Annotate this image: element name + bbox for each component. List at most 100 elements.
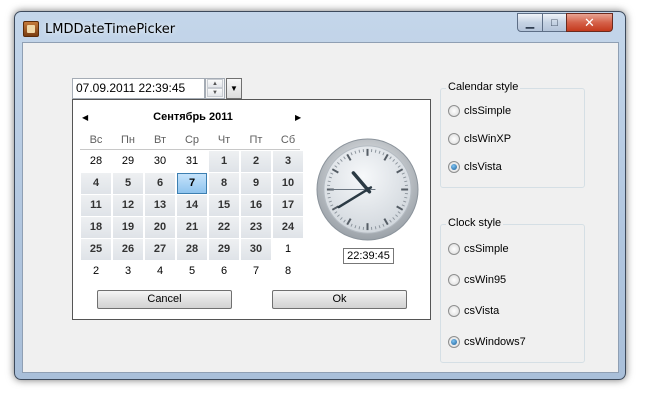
day-cell[interactable]: 26 bbox=[113, 239, 143, 260]
prev-month-icon[interactable]: ◀ bbox=[82, 113, 88, 122]
day-cell[interactable]: 22 bbox=[209, 217, 239, 238]
radio-label: clsVista bbox=[464, 161, 502, 173]
app-icon bbox=[23, 21, 39, 37]
day-cell[interactable]: 20 bbox=[145, 217, 175, 238]
radio-csvista[interactable]: csVista bbox=[448, 305, 499, 317]
weekday-header: Пт bbox=[249, 134, 263, 146]
window-title: LMDDateTimePicker bbox=[45, 22, 176, 37]
minimize-button[interactable]: ▁ bbox=[517, 13, 543, 32]
day-cell[interactable]: 23 bbox=[241, 217, 271, 238]
day-cell[interactable]: 30 bbox=[241, 239, 271, 260]
day-cell[interactable]: 31 bbox=[177, 151, 207, 172]
calendar-style-group: Calendar style clsSimple clsWinXP clsVista bbox=[440, 81, 585, 188]
datetime-input[interactable]: 07.09.2011 22:39:45 bbox=[72, 78, 205, 99]
radio-label: csWin95 bbox=[464, 274, 507, 286]
day-cell[interactable]: 3 bbox=[273, 151, 303, 172]
day-cell[interactable]: 29 bbox=[113, 151, 143, 172]
day-cell[interactable]: 1 bbox=[209, 151, 239, 172]
radio-indicator-icon[interactable] bbox=[448, 243, 460, 255]
ok-button[interactable]: Ok bbox=[272, 290, 407, 309]
day-cell[interactable]: 2 bbox=[241, 151, 271, 172]
clock-tick bbox=[327, 196, 331, 199]
day-cell[interactable]: 17 bbox=[273, 195, 303, 216]
radio-indicator-icon[interactable] bbox=[448, 274, 460, 286]
radio-label: clsWinXP bbox=[464, 133, 512, 145]
weekday-header: Чт bbox=[217, 134, 231, 146]
time-readout[interactable]: 22:39:45 bbox=[343, 248, 394, 264]
radio-label: clsSimple bbox=[464, 105, 512, 117]
day-cell[interactable]: 6 bbox=[145, 173, 175, 194]
spin-buttons[interactable]: ▲ ▼ bbox=[205, 78, 225, 99]
weekday-header: Вт bbox=[153, 134, 166, 146]
analog-clock bbox=[316, 138, 419, 241]
day-cell[interactable]: 15 bbox=[209, 195, 239, 216]
day-cell[interactable]: 30 bbox=[145, 151, 175, 172]
radio-clssimple[interactable]: clsSimple bbox=[448, 105, 511, 117]
day-cell[interactable]: 4 bbox=[81, 173, 111, 194]
radio-indicator-icon[interactable] bbox=[448, 105, 460, 117]
radio-cswin95[interactable]: csWin95 bbox=[448, 274, 506, 286]
maximize-button[interactable]: □ bbox=[542, 13, 567, 32]
day-cell[interactable]: 3 bbox=[113, 261, 143, 282]
day-cell[interactable]: 9 bbox=[241, 173, 271, 194]
spin-down-icon[interactable]: ▼ bbox=[207, 88, 223, 97]
day-cell[interactable]: 8 bbox=[209, 173, 239, 194]
day-cell[interactable]: 27 bbox=[145, 239, 175, 260]
clock-tick bbox=[374, 226, 377, 230]
day-cell[interactable]: 29 bbox=[209, 239, 239, 260]
day-cell[interactable]: 24 bbox=[273, 217, 303, 238]
weekday-header: Сб bbox=[280, 134, 296, 146]
weekday-header: Ср bbox=[184, 134, 200, 146]
weekday-header: Вс bbox=[89, 134, 103, 146]
radio-label: csVista bbox=[464, 305, 500, 317]
cancel-button[interactable]: Cancel bbox=[97, 290, 232, 309]
clock-tick bbox=[404, 180, 408, 183]
day-cell[interactable]: 18 bbox=[81, 217, 111, 238]
calendar-style-title: Calendar style bbox=[446, 81, 521, 93]
spin-up-icon[interactable]: ▲ bbox=[207, 79, 223, 88]
day-cell[interactable]: 14 bbox=[177, 195, 207, 216]
clock-tick bbox=[327, 180, 331, 183]
radio-indicator-icon[interactable] bbox=[448, 133, 460, 145]
selected-day-cell[interactable]: 7 bbox=[177, 173, 207, 194]
radio-cswindows7[interactable]: csWindows7 bbox=[448, 336, 526, 348]
clock-tick bbox=[374, 149, 377, 153]
clock-style-title: Clock style bbox=[446, 217, 504, 229]
day-cell[interactable]: 10 bbox=[273, 173, 303, 194]
day-cell[interactable]: 4 bbox=[145, 261, 175, 282]
calendar-popup: ◀ Сентябрь 2011 ▶ Вс Пн Вт Ср Чт Пт Сб 28 29 30 3… bbox=[72, 99, 431, 320]
day-cell[interactable]: 13 bbox=[145, 195, 175, 216]
app-window: LMDDateTimePicker ▁ □ ✕ 07.09.2011 22:39… bbox=[14, 11, 626, 380]
day-cell[interactable]: 28 bbox=[177, 239, 207, 260]
day-cell[interactable]: 8 bbox=[273, 261, 303, 282]
day-cell[interactable]: 2 bbox=[81, 261, 111, 282]
day-cell[interactable]: 5 bbox=[113, 173, 143, 194]
radio-indicator-icon[interactable] bbox=[448, 305, 460, 317]
close-button[interactable]: ✕ bbox=[566, 13, 613, 32]
day-cell[interactable]: 25 bbox=[81, 239, 111, 260]
weekday-header: Пн bbox=[121, 134, 135, 146]
day-cell[interactable]: 6 bbox=[209, 261, 239, 282]
radio-cssimple[interactable]: csSimple bbox=[448, 243, 509, 255]
title-bar[interactable]: LMDDateTimePicker ▁ □ ✕ bbox=[15, 12, 625, 42]
dropdown-button[interactable]: ▼ bbox=[226, 78, 242, 99]
clock-tick bbox=[358, 226, 361, 230]
month-title[interactable]: Сентябрь 2011 bbox=[111, 111, 275, 123]
day-cell[interactable]: 16 bbox=[241, 195, 271, 216]
day-cell[interactable]: 7 bbox=[241, 261, 271, 282]
day-cell[interactable]: 21 bbox=[177, 217, 207, 238]
day-cell[interactable]: 11 bbox=[81, 195, 111, 216]
day-cell[interactable]: 5 bbox=[177, 261, 207, 282]
radio-indicator-icon[interactable] bbox=[448, 161, 460, 173]
day-cell[interactable]: 28 bbox=[81, 151, 111, 172]
radio-clswinxp[interactable]: clsWinXP bbox=[448, 133, 511, 145]
radio-label: csWindows7 bbox=[464, 336, 526, 348]
radio-indicator-icon[interactable] bbox=[448, 336, 460, 348]
clock-tick bbox=[358, 149, 361, 153]
next-month-icon[interactable]: ▶ bbox=[295, 113, 301, 122]
day-cell[interactable]: 12 bbox=[113, 195, 143, 216]
day-cell[interactable]: 1 bbox=[273, 239, 303, 260]
radio-clsvista[interactable]: clsVista bbox=[448, 161, 502, 173]
calendar-divider bbox=[80, 149, 300, 150]
day-cell[interactable]: 19 bbox=[113, 217, 143, 238]
